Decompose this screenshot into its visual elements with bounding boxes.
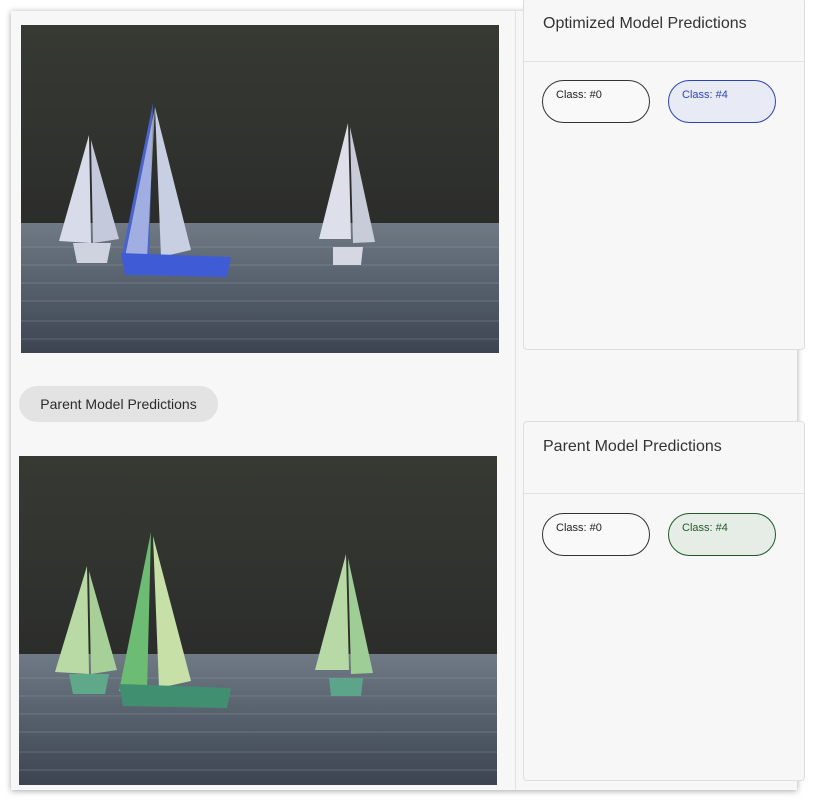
parent-model-predictions-chip[interactable]: Parent Model Predictions (19, 386, 218, 422)
parent-class-0-chip[interactable]: Class: #0 (542, 513, 650, 556)
parent-card-title: Parent Model Predictions (543, 438, 722, 455)
optimized-predictions-card: Optimized Model Predictions Class: #0 Cl… (523, 0, 805, 350)
card-divider (524, 61, 804, 62)
parent-class-4-chip[interactable]: Class: #4 (668, 513, 776, 556)
optimized-class-4-chip[interactable]: Class: #4 (668, 80, 776, 123)
parent-prediction-image (19, 456, 497, 785)
optimized-class-0-chip[interactable]: Class: #0 (542, 80, 650, 123)
column-divider (515, 11, 516, 790)
card-divider (524, 493, 804, 494)
optimized-card-title: Optimized Model Predictions (543, 15, 747, 32)
parent-predictions-card: Parent Model Predictions Class: #0 Class… (523, 421, 805, 781)
optimized-prediction-image (21, 25, 499, 353)
